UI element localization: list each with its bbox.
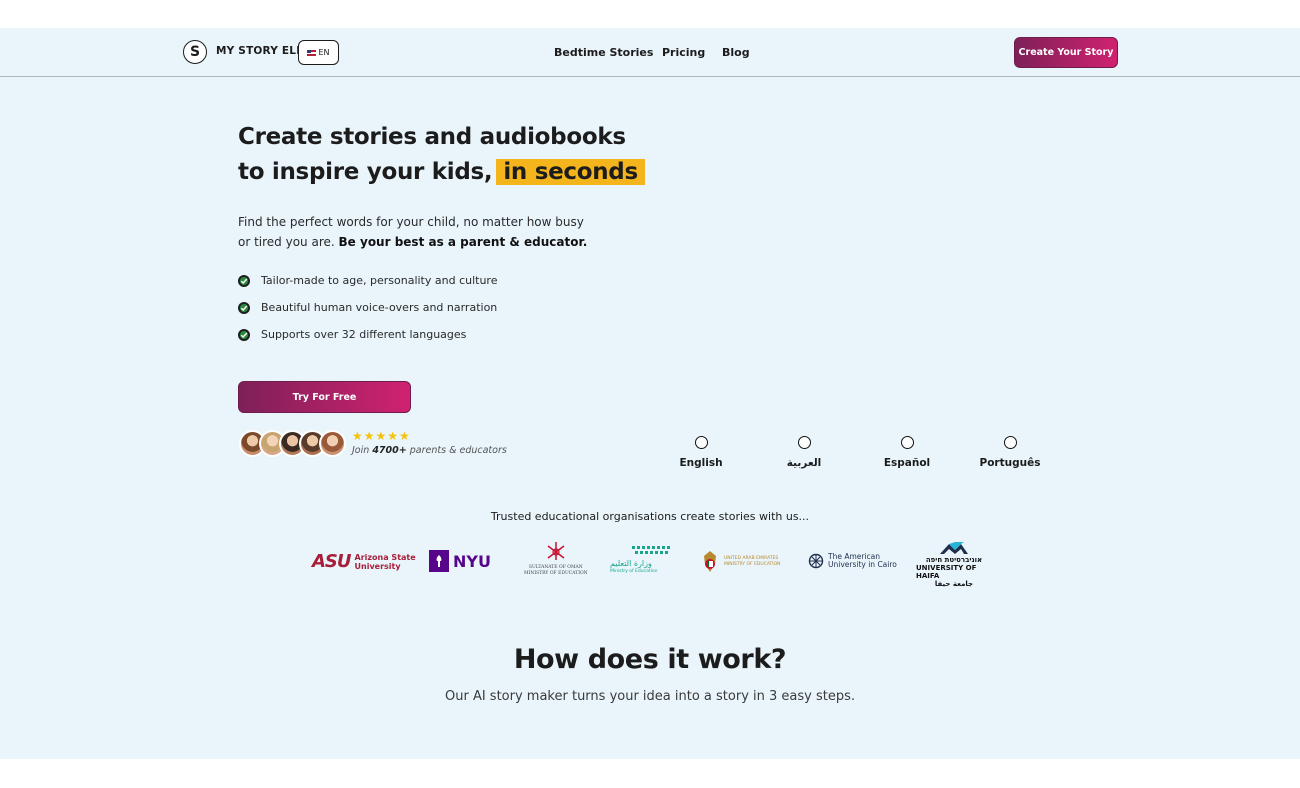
language-label: العربية [786,457,822,469]
oman-name-line1: SULTANATE OF OMAN [528,565,583,570]
nyu-logo: NYU [429,550,491,572]
nav-bedtime-stories[interactable]: Bedtime Stories [554,46,653,59]
torch-icon [429,550,449,572]
join-count-text: Join 4700+ parents & educators [352,445,507,456]
check-icon [238,328,250,341]
top-navigation-bar: S MY STORY ELF EN Bedtime Stories Pricin… [0,28,1300,77]
us-flag-icon [307,49,317,56]
language-option-arabic[interactable]: العربية [769,436,839,469]
haifa-logo: אוניברסיטת חיפה UNIVERSITY OF HAIFA جامع… [916,540,992,588]
language-label: English [679,457,723,469]
language-option-english[interactable]: English [666,436,736,469]
check-icon [238,301,250,314]
saudi-moe-logo: وزارة التعليم Ministry of Education [610,544,674,574]
join-count: 4700+ [372,445,407,456]
feature-label: Supports over 32 different languages [261,328,467,341]
radio-button[interactable] [797,436,811,449]
asu-name-line1: Arizona State [354,552,416,562]
hero-title-line1: Create stories and audiobooks [238,124,626,150]
language-option-spanish[interactable]: Español [872,436,942,469]
feature-label: Tailor-made to age, personality and cult… [261,274,498,287]
nyu-mark: NYU [453,551,491,571]
try-for-free-button[interactable]: Try For Free [238,381,411,413]
nav-pricing[interactable]: Pricing [662,46,705,59]
join-suffix: parents & educators [409,445,507,456]
oman-emblem-icon [547,542,565,560]
brand-name[interactable]: MY STORY ELF [216,45,304,57]
uae-emblem-icon [704,551,716,572]
feature-item: Beautiful human voice-overs and narratio… [238,301,497,314]
avatar-group [239,430,346,458]
logo-icon[interactable]: S [183,40,207,64]
feature-label: Beautiful human voice-overs and narratio… [261,301,498,314]
uae-moe-logo: UNITED ARAB EMIRATES MINISTRY OF EDUCATI… [700,550,781,574]
oman-moe-logo: SULTANATE OF OMAN MINISTRY OF EDUCATION [524,540,588,576]
asu-mark: ASU [312,551,352,572]
auc-logo: The American University in Cairo [808,553,897,569]
language-label: Português [979,457,1041,469]
avatar [319,430,346,457]
haifa-emblem-icon [940,542,968,554]
radio-button[interactable] [1003,436,1017,449]
join-prefix: Join [352,445,370,456]
page: S MY STORY ELF EN Bedtime Stories Pricin… [0,28,1300,759]
auc-emblem-icon [808,553,824,569]
uae-name-line2: MINISTRY OF EDUCATION [724,562,781,567]
asu-name-line2: University [354,561,401,571]
language-option-portuguese[interactable]: Português [975,436,1045,469]
hero-title: Create stories and audiobooks to inspire… [238,120,645,190]
asu-name: Arizona State University [355,553,416,571]
auc-name: The American University in Cairo [828,553,897,569]
hero-title-line2-text: to inspire your kids, [238,159,493,185]
auc-name-line2: University in Cairo [828,560,897,569]
create-your-story-button[interactable]: Create Your Story [1014,37,1118,68]
saudi-name-line1: وزارة التعليم [610,559,652,568]
hero-description: Find the perfect words for your child, n… [238,212,598,252]
language-selector[interactable]: EN [298,40,339,65]
radio-button[interactable] [694,436,708,449]
hero-title-line2: to inspire your kids, in seconds [238,155,645,190]
feature-item: Supports over 32 different languages [238,328,466,341]
how-it-works-title: How does it work? [513,644,787,675]
haifa-name-line2: UNIVERSITY OF HAIFA [916,564,977,580]
saudi-name-line2: Ministry of Education [610,569,658,574]
language-code: EN [318,48,330,57]
nav-blog[interactable]: Blog [722,46,750,59]
partner-logos: ASU Arizona State University NYU SULTANA… [312,540,992,588]
feature-item: Tailor-made to age, personality and cult… [238,274,497,287]
asu-logo: ASU Arizona State University [312,551,416,572]
check-icon [238,274,250,287]
haifa-name-line3: جامعة حيفا [934,580,974,588]
language-label: Español [883,457,931,469]
oman-name-line2: MINISTRY OF EDUCATION [524,571,588,576]
saudi-moe-pattern-icon [632,546,670,554]
hero-desc-bold: Be your best as a parent & educator. [338,235,588,249]
radio-button[interactable] [900,436,914,449]
how-it-works-subtitle: Our AI story maker turns your idea into … [445,689,855,704]
uae-name: UNITED ARAB EMIRATES MINISTRY OF EDUCATI… [724,556,781,568]
haifa-name-line1: אוניברסיטת חיפה [925,556,983,564]
hero-title-highlight: in seconds [496,159,645,185]
trusted-heading: Trusted educational organisations create… [490,510,810,523]
rating-stars-icon: ★★★★★ [352,429,411,443]
